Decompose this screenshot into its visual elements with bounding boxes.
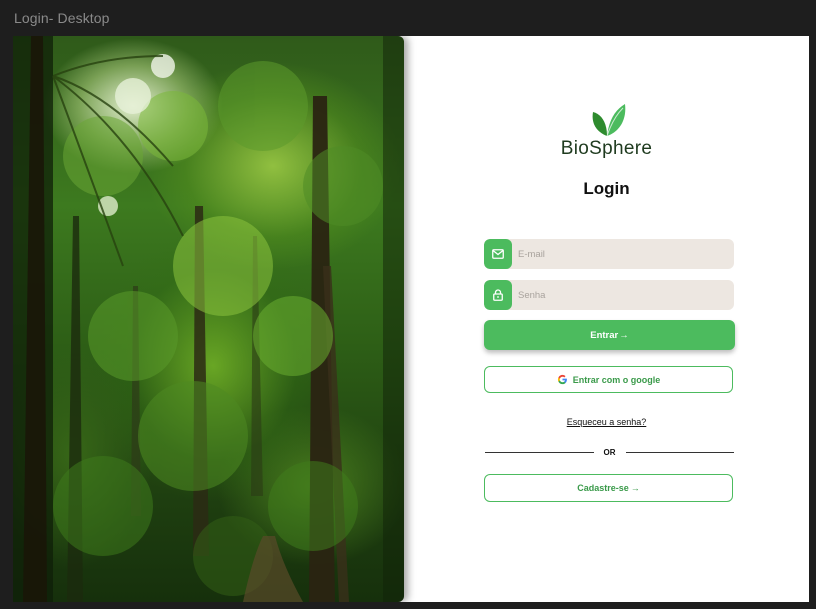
login-panel: BioSphere Login Entrar→ [404,36,809,602]
signup-button-label: Cadastre-se [577,483,629,493]
email-input[interactable] [518,239,724,269]
divider-line-left [485,451,594,453]
divider-text: OR [603,447,616,457]
brand-logo: BioSphere [404,102,809,160]
google-icon [557,374,567,385]
arrow-right-icon: → [630,483,640,493]
forest-illustration [13,36,404,602]
divider-line-right [625,451,734,453]
forest-photo [13,36,404,602]
google-login-label: Entrar com o google [572,374,661,385]
password-input[interactable] [518,280,724,310]
login-button-label: Entrar [590,329,619,341]
brand-name: BioSphere [560,138,653,159]
google-login-button[interactable]: Entrar com o google [484,366,733,393]
page-title: Login [583,179,630,198]
email-field[interactable] [484,239,734,269]
login-button[interactable]: Entrar → [484,320,735,350]
leaf-icon [592,104,625,137]
forgot-password-link[interactable]: Esqueceu a senha? [404,417,809,427]
frame-title: Login- Desktop [14,10,110,26]
login-page: BioSphere Login Entrar→ [13,36,809,602]
password-field[interactable] [484,280,734,310]
or-divider: OR [485,446,734,458]
signup-button[interactable]: Cadastre-se → [484,474,733,502]
lock-icon [484,280,512,310]
mail-icon [484,239,512,269]
arrow-right-icon: → [619,329,629,341]
